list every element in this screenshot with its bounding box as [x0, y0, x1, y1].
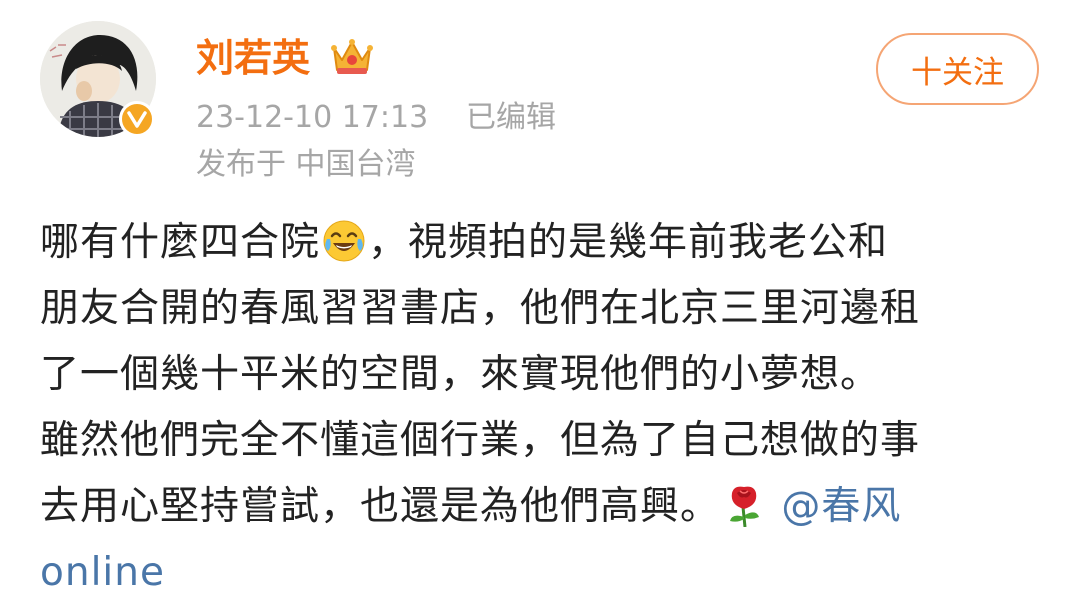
- mention-link-continued[interactable]: online: [40, 550, 165, 589]
- username[interactable]: 刘若英: [196, 33, 310, 83]
- post-location: 发布于 中国台湾: [196, 147, 416, 182]
- post-text: 哪有什麼四合院: [40, 220, 321, 265]
- post-timestamp: 23-12-10 17:13: [196, 100, 429, 135]
- post-line: 朋友合開的春風習習書店，他們在北京三里河邊租: [40, 286, 921, 331]
- post-content: 哪有什麼四合院 ，視頻拍的是幾年前我老公和 朋友合開的春風習習書店，他們在北京三…: [40, 210, 1050, 589]
- verified-v-icon: [119, 101, 155, 137]
- post-line: online: [40, 540, 1050, 589]
- post-line: 了一個幾十平米的空間，來實現他們的小夢想。: [40, 352, 881, 397]
- post-line: 哪有什麼四合院 ，視頻拍的是幾年前我老公和: [40, 210, 1050, 276]
- crown-icon: [330, 36, 374, 78]
- post-text: ，視頻拍的是幾年前我老公和: [368, 220, 889, 265]
- laughing-crying-emoji-icon: [322, 218, 366, 262]
- mention-link[interactable]: @春风: [781, 484, 901, 529]
- post-line: 去用心堅持嘗試，也還是為他們高興。 @春风: [40, 474, 1050, 540]
- post-text: 去用心堅持嘗試，也還是為他們高興。: [40, 484, 721, 529]
- follow-button[interactable]: 十关注: [876, 33, 1039, 105]
- weibo-post: 刘若英 23-12-10 17:13 已编辑 发布于 中国台湾 十关注 哪有什麼…: [0, 0, 1080, 589]
- rose-emoji-icon: [722, 482, 766, 528]
- post-line: 雖然他們完全不懂這個行業，但為了自己想做的事: [40, 418, 921, 463]
- edited-label[interactable]: 已编辑: [466, 98, 556, 138]
